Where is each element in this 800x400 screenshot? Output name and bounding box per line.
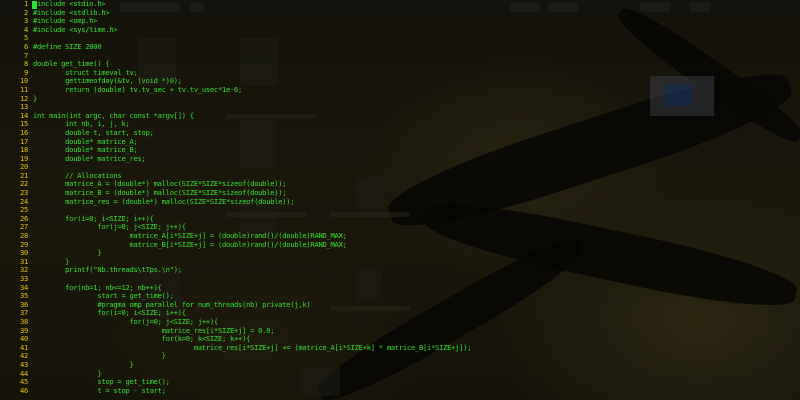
code-text: return (double) tv.tv_sec + tv.tv_usec*1… [33,84,243,94]
code-text: matrice_res = (double*) malloc(SIZE*SIZE… [33,196,295,206]
code-text: } [33,93,38,103]
code-text: #include <sys/time.h> [33,24,118,34]
code-text: #include <stdio.h> [33,0,106,8]
terminal-window[interactable]: 1 #include <stdio.h> 2 #include <stdlib.h> 3… [0,0,800,400]
code-text: printf("Nb.threads\tTps.\n"); [33,265,182,275]
code-text: double* matrice_res; [33,153,146,163]
code-text: t = stop - start; [33,385,166,395]
line-number: 46 [19,385,28,395]
code-text: #define SIZE 2000 [33,41,102,51]
